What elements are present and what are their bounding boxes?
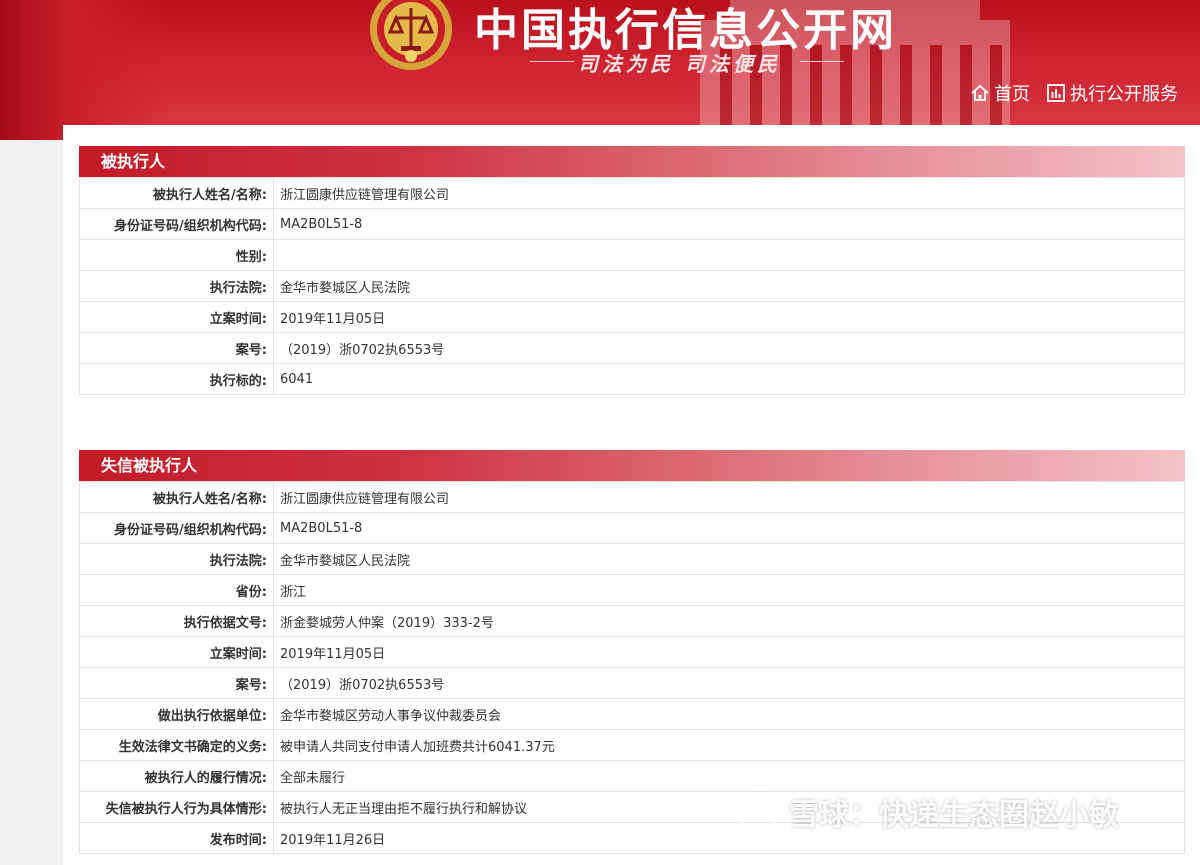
section-title: 被执行人 (79, 146, 1185, 177)
field-label: 立案时间: (79, 636, 274, 668)
nav-home-link[interactable]: 首页 (970, 80, 1030, 106)
watermark: 雪球：快递生态圈赵小敏 (737, 790, 1119, 834)
site-header: 中国执行信息公开网 司法为民 司法便民 首页 执行公开服务 (0, 0, 1200, 140)
field-value: 浙江圆康供应链管理有限公司 (273, 481, 1185, 513)
nav-service-label: 执行公开服务 (1070, 84, 1178, 105)
field-value: 金华市婺城区劳动人事争议仲裁委员会 (273, 698, 1185, 730)
nav-service-link[interactable]: 执行公开服务 (1046, 80, 1178, 106)
field-label: 做出执行依据单位: (79, 698, 274, 730)
field-label: 失信被执行人行为具体情形: (79, 791, 274, 823)
table-row: 身份证号码/组织机构代码: MA2B0L51-8 (79, 208, 1185, 240)
content-panel: 被执行人 被执行人姓名/名称: 浙江圆康供应链管理有限公司 身份证号码/组织机构代码… (63, 125, 1200, 865)
field-value: 全部未履行 (273, 760, 1185, 792)
field-value: 浙金婺城劳人仲案（2019）333-2号 (273, 605, 1185, 637)
table-row: 被执行人的履行情况: 全部未履行 (79, 760, 1185, 792)
table-row: 案号: （2019）浙0702执6553号 (79, 332, 1185, 364)
court-emblem-icon (370, 0, 452, 70)
chart-icon (1047, 84, 1065, 102)
field-value: 6041 (273, 363, 1185, 395)
table-row: 被执行人姓名/名称: 浙江圆康供应链管理有限公司 (79, 481, 1185, 513)
watermark-text: 雪球：快递生态圈赵小敏 (789, 798, 1119, 833)
field-value: MA2B0L51-8 (273, 208, 1185, 240)
field-value: 2019年11月05日 (273, 301, 1185, 333)
top-nav: 首页 执行公开服务 (970, 80, 1178, 106)
field-label: 执行法院: (79, 270, 274, 302)
field-value: 2019年11月05日 (273, 636, 1185, 668)
field-label: 身份证号码/组织机构代码: (79, 512, 274, 544)
table-row: 做出执行依据单位: 金华市婺城区劳动人事争议仲裁委员会 (79, 698, 1185, 730)
section-title: 失信被执行人 (79, 450, 1185, 481)
xueqiu-logo-icon (738, 791, 780, 833)
field-value: 金华市婺城区人民法院 (273, 543, 1185, 575)
table-row: 案号: （2019）浙0702执6553号 (79, 667, 1185, 699)
slogan: 司法为民 司法便民 (578, 52, 781, 76)
field-label: 案号: (79, 332, 274, 364)
field-label: 执行法院: (79, 543, 274, 575)
field-label: 执行标的: (79, 363, 274, 395)
field-label: 被执行人的履行情况: (79, 760, 274, 792)
field-label: 发布时间: (79, 822, 274, 854)
field-label: 立案时间: (79, 301, 274, 333)
field-label: 案号: (79, 667, 274, 699)
executed-section: 被执行人 被执行人姓名/名称: 浙江圆康供应链管理有限公司 身份证号码/组织机构代码… (79, 146, 1200, 395)
slogan-line-right (800, 61, 844, 62)
home-icon (971, 84, 989, 101)
table-row: 执行依据文号: 浙金婺城劳人仲案（2019）333-2号 (79, 605, 1185, 637)
executed-info-table: 被执行人姓名/名称: 浙江圆康供应链管理有限公司 身份证号码/组织机构代码: MA2B… (79, 177, 1185, 395)
field-value (273, 239, 1185, 271)
field-label: 生效法律文书确定的义务: (79, 729, 274, 761)
table-row: 被执行人姓名/名称: 浙江圆康供应链管理有限公司 (79, 177, 1185, 209)
table-row: 执行法院: 金华市婺城区人民法院 (79, 543, 1185, 575)
table-row: 执行标的: 6041 (79, 363, 1185, 395)
field-value: 被申请人共同支付申请人加班费共计6041.37元 (273, 729, 1185, 761)
field-value: MA2B0L51-8 (273, 512, 1185, 544)
field-value: （2019）浙0702执6553号 (273, 667, 1185, 699)
field-value: 金华市婺城区人民法院 (273, 270, 1185, 302)
field-value: （2019）浙0702执6553号 (273, 332, 1185, 364)
table-row: 立案时间: 2019年11月05日 (79, 636, 1185, 668)
field-label: 身份证号码/组织机构代码: (79, 208, 274, 240)
field-value: 浙江 (273, 574, 1185, 606)
table-row: 执行法院: 金华市婺城区人民法院 (79, 270, 1185, 302)
nav-home-label: 首页 (994, 84, 1030, 105)
field-label: 被执行人姓名/名称: (79, 481, 274, 513)
field-label: 被执行人姓名/名称: (79, 177, 274, 209)
field-value: 浙江圆康供应链管理有限公司 (273, 177, 1185, 209)
table-row: 性别: (79, 239, 1185, 271)
table-row: 立案时间: 2019年11月05日 (79, 301, 1185, 333)
table-row: 身份证号码/组织机构代码: MA2B0L51-8 (79, 512, 1185, 544)
table-row: 省份: 浙江 (79, 574, 1185, 606)
field-label: 执行依据文号: (79, 605, 274, 637)
table-row: 生效法律文书确定的义务: 被申请人共同支付申请人加班费共计6041.37元 (79, 729, 1185, 761)
slogan-line-left (530, 61, 574, 62)
field-label: 性别: (79, 239, 274, 271)
field-label: 省份: (79, 574, 274, 606)
